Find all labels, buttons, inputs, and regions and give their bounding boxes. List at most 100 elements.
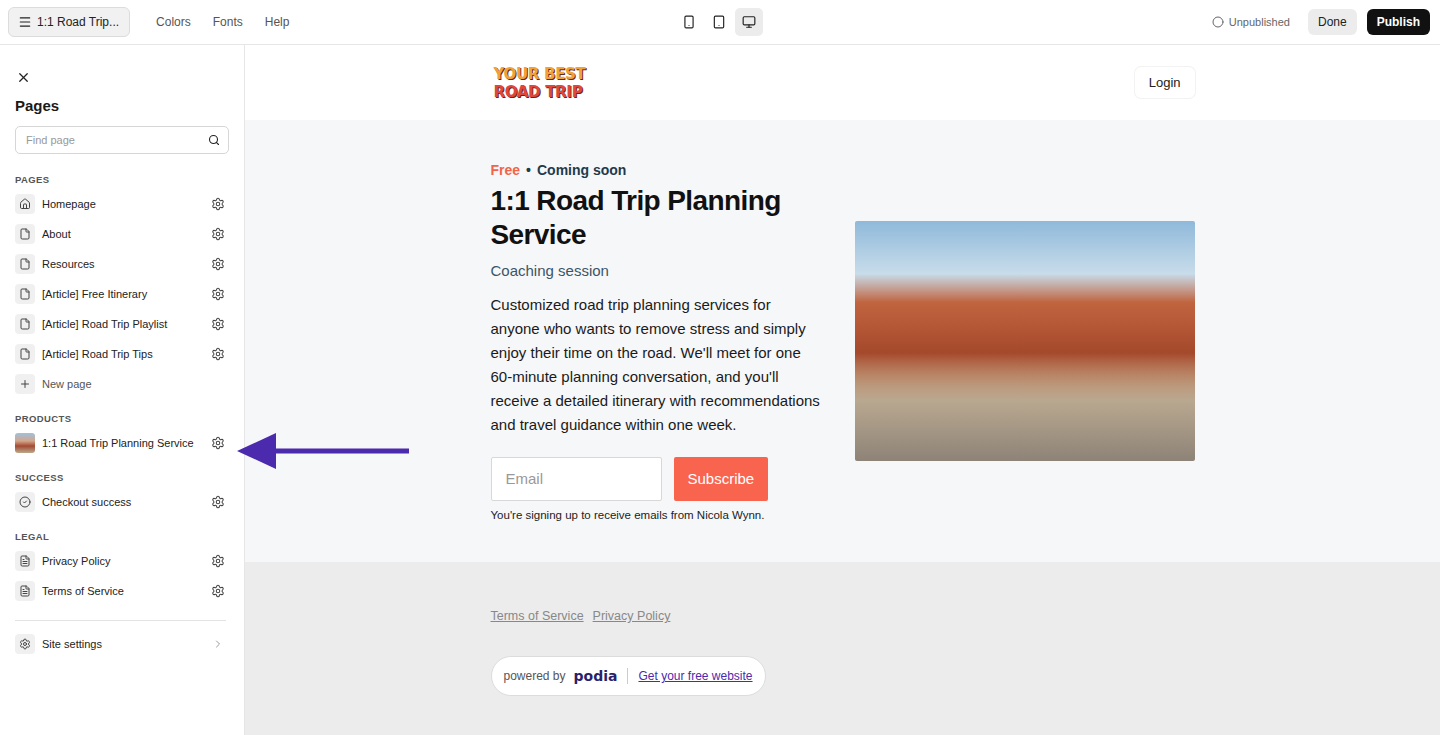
- site-preview: YOUR BESTROAD TRIP Login Free•Coming soon 1…: [245, 45, 1440, 735]
- secondary-button[interactable]: Done: [1308, 9, 1357, 35]
- close-icon: [16, 70, 31, 85]
- page-label: [Article] Free Itinerary: [42, 288, 203, 300]
- site-header: YOUR BESTROAD TRIP Login: [245, 45, 1440, 120]
- product-meta: Free•Coming soon: [491, 162, 823, 178]
- menu-link[interactable]: Help: [265, 15, 290, 29]
- device-button[interactable]: [705, 8, 733, 36]
- section-label: SUCCESS: [15, 472, 226, 483]
- page-label: Resources: [42, 258, 203, 270]
- product-image: [855, 221, 1195, 461]
- page-section: PRODUCTS1:1 Road Trip Planning Service: [15, 407, 226, 458]
- success-icon: [15, 492, 35, 512]
- section-label: LEGAL: [15, 531, 226, 542]
- search-input[interactable]: [24, 133, 208, 147]
- podia-logo: podia: [574, 668, 618, 684]
- page-label: Checkout success: [42, 496, 203, 508]
- status-circle-icon: [1212, 16, 1224, 28]
- subscribe-form: Subscribe: [491, 457, 823, 501]
- page-row[interactable]: Terms of Service: [15, 576, 226, 606]
- gear-icon[interactable]: [210, 256, 226, 272]
- site-menu-button[interactable]: 1:1 Road Trip...: [8, 7, 130, 37]
- editor: 1:1 Road Trip... Colors Fonts Help Unpublish…: [0, 0, 1440, 735]
- product-thumbnail: [15, 433, 35, 453]
- gear-icon[interactable]: [210, 553, 226, 569]
- login-button[interactable]: Login: [1135, 67, 1195, 98]
- site-footer: Terms of ServicePrivacy Policypowered by…: [245, 562, 1440, 735]
- mobile-icon: [682, 15, 696, 29]
- page-icon: [15, 284, 35, 304]
- page-icon: [15, 254, 35, 274]
- page-icon: [15, 224, 35, 244]
- gear-icon[interactable]: [210, 196, 226, 212]
- menu-link[interactable]: Fonts: [213, 15, 243, 29]
- annotation-arrow-icon: [236, 432, 412, 470]
- gear-icon[interactable]: [210, 346, 226, 362]
- footer-link[interactable]: Privacy Policy: [593, 609, 671, 623]
- gear-icon[interactable]: [210, 286, 226, 302]
- top-menu: Colors Fonts Help: [156, 15, 289, 29]
- page-label: Privacy Policy: [42, 555, 203, 567]
- top-bar: 1:1 Road Trip... Colors Fonts Help Unpublish…: [0, 0, 1440, 45]
- free-website-link[interactable]: Get your free website: [638, 669, 752, 683]
- page-row[interactable]: [Article] Road Trip Playlist: [15, 309, 226, 339]
- tablet-icon: [712, 15, 726, 29]
- email-input[interactable]: [491, 457, 662, 501]
- search-icon: [208, 134, 220, 146]
- chevron-right-icon: [210, 636, 226, 652]
- page-label: Terms of Service: [42, 585, 203, 597]
- page-label: [Article] Road Trip Playlist: [42, 318, 203, 330]
- page-section: SUCCESS Checkout success: [15, 466, 226, 517]
- gear-icon[interactable]: [210, 435, 226, 451]
- sidebar-title: Pages: [15, 97, 226, 114]
- gear-icon[interactable]: [210, 226, 226, 242]
- page-row[interactable]: 1:1 Road Trip Planning Service: [15, 428, 226, 458]
- close-button[interactable]: [15, 69, 31, 85]
- search-field: [15, 126, 229, 154]
- primary-button[interactable]: Publish: [1367, 9, 1430, 35]
- menu-link[interactable]: Colors: [156, 15, 191, 29]
- sidebar: Pages PAGES Homepage About Resources [Article…: [0, 45, 245, 735]
- new-icon: [15, 374, 35, 394]
- page-label: About: [42, 228, 203, 240]
- page-label: Homepage: [42, 198, 203, 210]
- page-row[interactable]: Homepage: [15, 189, 226, 219]
- section-label: PAGES: [15, 174, 226, 185]
- page-section: PAGES Homepage About Resources [Article] Fre…: [15, 168, 226, 399]
- device-button[interactable]: [735, 8, 763, 36]
- page-label: [Article] Road Trip Tips: [42, 348, 203, 360]
- gear-icon[interactable]: [210, 583, 226, 599]
- product-hero: Free•Coming soon 1:1 Road Trip Planning S…: [245, 120, 1440, 562]
- page-label: New page: [42, 378, 226, 390]
- gear-icon[interactable]: [210, 494, 226, 510]
- page-row[interactable]: Resources: [15, 249, 226, 279]
- site-logo[interactable]: YOUR BESTROAD TRIP: [494, 65, 586, 101]
- publish-status: Unpublished: [1212, 16, 1290, 28]
- product-title: 1:1 Road Trip Planning Service: [491, 184, 823, 252]
- page-icon: [15, 314, 35, 334]
- page-row[interactable]: [Article] Road Trip Tips: [15, 339, 226, 369]
- page-row[interactable]: Privacy Policy: [15, 546, 226, 576]
- divider: [15, 620, 226, 621]
- page-row[interactable]: [Article] Free Itinerary: [15, 279, 226, 309]
- device-switcher: [675, 8, 763, 36]
- consent-note: You're signing up to receive emails from…: [491, 509, 823, 521]
- home-icon: [15, 194, 35, 214]
- site-settings-row[interactable]: Site settings: [15, 629, 226, 659]
- settings-label: Site settings: [42, 638, 203, 650]
- subscribe-button[interactable]: Subscribe: [674, 457, 769, 501]
- legal-icon: [15, 581, 35, 601]
- desktop-icon: [742, 15, 756, 29]
- gear-icon[interactable]: [210, 316, 226, 332]
- device-button[interactable]: [675, 8, 703, 36]
- page-row[interactable]: About: [15, 219, 226, 249]
- product-description: Customized road trip planning services f…: [491, 293, 823, 437]
- page-row[interactable]: New page: [15, 369, 226, 399]
- legal-icon: [15, 551, 35, 571]
- settings-icon: [15, 634, 35, 654]
- page-row[interactable]: Checkout success: [15, 487, 226, 517]
- page-section: LEGAL Privacy Policy Terms of Service: [15, 525, 226, 606]
- product-subtitle: Coaching session: [491, 262, 823, 279]
- footer-link[interactable]: Terms of Service: [491, 609, 584, 623]
- page-icon: [15, 344, 35, 364]
- menu-icon: [18, 15, 32, 29]
